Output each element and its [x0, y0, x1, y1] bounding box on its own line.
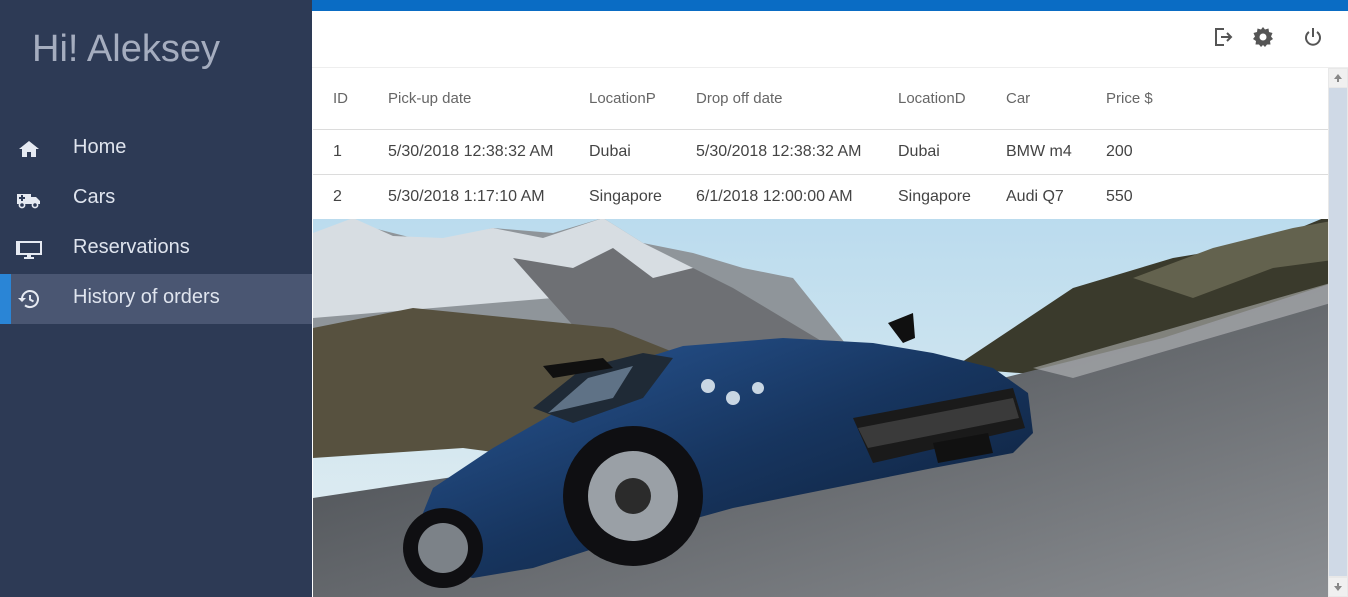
scroll-down-button[interactable]: [1329, 578, 1347, 596]
table-header-row: ID Pick-up date LocationP Drop off date …: [313, 68, 1328, 129]
sidebar: Hi! Aleksey Home Cars Reservations Histo…: [0, 0, 312, 597]
cell-car: Audi Q7: [1006, 187, 1064, 205]
history-icon: [18, 290, 39, 309]
column-header-dropoff-date[interactable]: Drop off date: [696, 68, 898, 129]
cell-location-p: Dubai: [589, 142, 631, 160]
sidebar-item-label: Cars: [73, 186, 116, 208]
greeting-text: Hi! Aleksey: [32, 28, 220, 70]
logout-icon[interactable]: [1212, 26, 1234, 48]
sidebar-item-home[interactable]: Home: [0, 124, 312, 174]
gear-icon[interactable]: [1252, 26, 1274, 48]
table-row[interactable]: 1 5/30/2018 12:38:32 AM Dubai 5/30/2018 …: [313, 129, 1328, 174]
cell-location-p: Singapore: [589, 187, 662, 205]
column-header-pickup-date[interactable]: Pick-up date: [388, 68, 589, 129]
cell-location-d: Dubai: [898, 142, 940, 160]
truck-icon: [17, 194, 40, 209]
column-header-location-p[interactable]: LocationP: [589, 68, 696, 129]
cell-price: 200: [1106, 142, 1133, 160]
vertical-scrollbar[interactable]: [1328, 68, 1348, 597]
sidebar-item-cars[interactable]: Cars: [0, 174, 312, 224]
scrollbar-thumb[interactable]: [1329, 88, 1347, 576]
sidebar-item-label: History of orders: [73, 286, 220, 308]
home-icon: [19, 141, 39, 157]
orders-table-container: ID Pick-up date LocationP Drop off date …: [313, 68, 1328, 219]
arrow-down-icon: [1334, 583, 1342, 591]
table-row[interactable]: 2 5/30/2018 1:17:10 AM Singapore 6/1/201…: [313, 174, 1328, 219]
column-header-location-d[interactable]: LocationD: [898, 68, 1006, 129]
cell-location-d: Singapore: [898, 187, 971, 205]
header-toolbar: [312, 11, 1348, 68]
cell-pickup-date: 5/30/2018 1:17:10 AM: [388, 187, 545, 205]
monitor-icon: [16, 241, 42, 259]
sidebar-item-reservations[interactable]: Reservations: [0, 224, 312, 274]
main-content: ID Pick-up date LocationP Drop off date …: [313, 68, 1348, 597]
cell-dropoff-date: 6/1/2018 12:00:00 AM: [696, 187, 853, 205]
orders-table: ID Pick-up date LocationP Drop off date …: [313, 68, 1328, 219]
sidebar-item-history-of-orders[interactable]: History of orders: [0, 274, 312, 324]
column-header-price[interactable]: Price $: [1106, 68, 1328, 129]
sidebar-item-label: Home: [73, 136, 127, 158]
cell-car: BMW m4: [1006, 142, 1072, 160]
cell-id: 1: [333, 142, 342, 160]
sidebar-item-label: Reservations: [73, 236, 190, 258]
column-header-id[interactable]: ID: [313, 68, 388, 129]
cell-dropoff-date: 5/30/2018 12:38:32 AM: [696, 142, 862, 160]
power-icon[interactable]: [1302, 26, 1324, 48]
cell-id: 2: [333, 187, 342, 205]
sidebar-nav: Home Cars Reservations History of orders: [0, 124, 312, 324]
column-header-car[interactable]: Car: [1006, 68, 1106, 129]
scroll-up-button[interactable]: [1329, 69, 1347, 87]
arrow-up-icon: [1334, 74, 1342, 82]
cell-price: 550: [1106, 187, 1133, 205]
cell-pickup-date: 5/30/2018 12:38:32 AM: [388, 142, 554, 160]
top-accent-bar: [312, 0, 1348, 11]
